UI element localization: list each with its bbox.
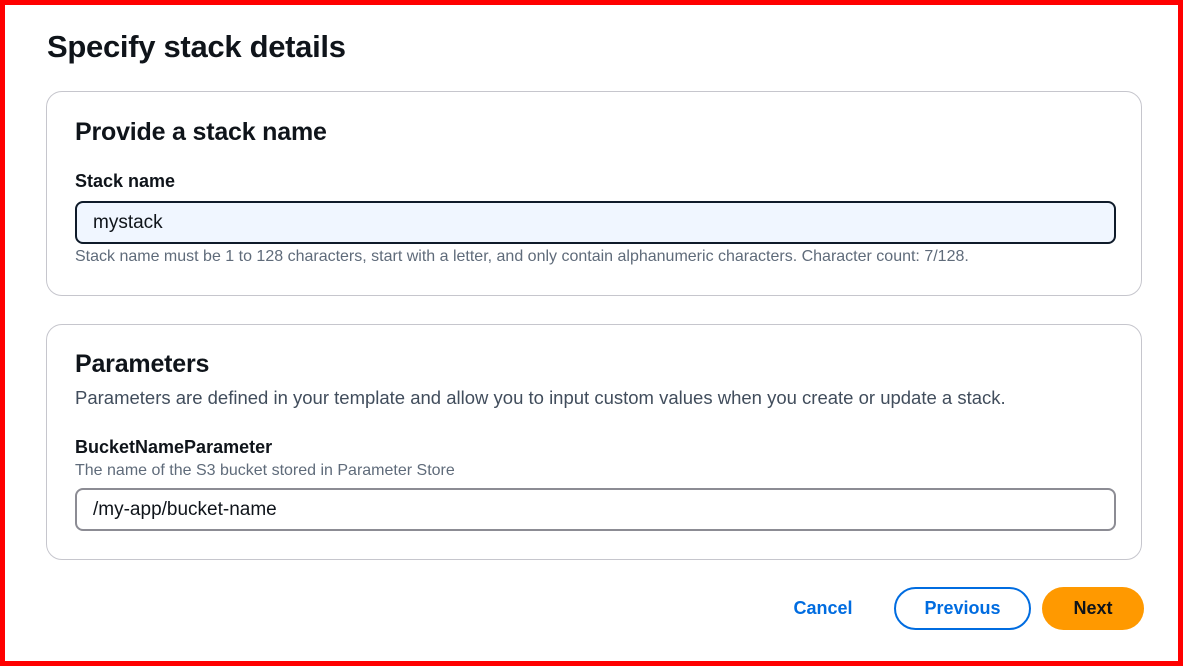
- next-button[interactable]: Next: [1042, 587, 1144, 630]
- parameters-heading: Parameters: [75, 350, 210, 378]
- parameters-panel: Parameters Parameters are defined in you…: [46, 324, 1142, 560]
- previous-button[interactable]: Previous: [894, 587, 1031, 630]
- stack-name-heading: Provide a stack name: [75, 118, 327, 146]
- stack-name-input[interactable]: [75, 201, 1116, 244]
- page-title: Specify stack details: [47, 29, 346, 64]
- parameters-description: Parameters are defined in your template …: [75, 387, 1006, 408]
- stack-name-hint: Stack name must be 1 to 128 characters, …: [75, 248, 969, 265]
- bucket-name-parameter-input[interactable]: [75, 488, 1116, 531]
- bucket-name-parameter-description: The name of the S3 bucket stored in Para…: [75, 462, 455, 479]
- cancel-button[interactable]: Cancel: [775, 587, 871, 630]
- stack-name-panel: Provide a stack name Stack name Stack na…: [46, 91, 1142, 296]
- stack-name-label: Stack name: [75, 171, 176, 191]
- bucket-name-parameter-label: BucketNameParameter: [75, 437, 273, 457]
